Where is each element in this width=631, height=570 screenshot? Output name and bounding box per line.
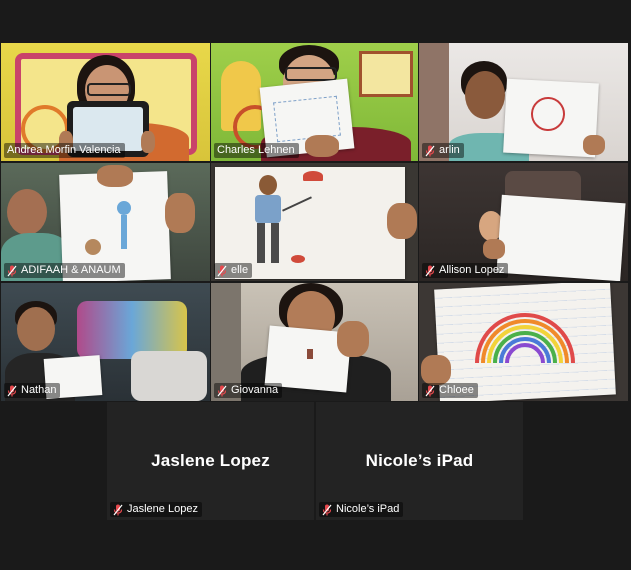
participant-tile-andrea[interactable]: Andrea Morfin Valencia — [1, 43, 210, 161]
microphone-muted-icon — [7, 265, 17, 276]
participant-name-tag: arlin — [422, 143, 464, 158]
participant-name: Allison Lopez — [439, 264, 505, 276]
participant-name-tag: ADIFAAH & ANAUM — [4, 263, 125, 278]
participant-name: Charles Lehnen — [217, 144, 295, 156]
participant-name: Jaslene Lopez — [127, 503, 198, 515]
participant-display-name: Jaslene Lopez — [151, 451, 270, 470]
microphone-muted-icon — [322, 504, 332, 515]
participant-tile-nathan[interactable]: Nathan — [1, 283, 210, 401]
participant-name: elle — [231, 264, 249, 276]
participant-name-tag: Allison Lopez — [422, 263, 509, 278]
participant-display-name: Nicole’s iPad — [365, 451, 474, 470]
participant-tile-charles[interactable]: Charles Lehnen — [211, 43, 418, 161]
participant-tile-nicole[interactable]: Nicole’s iPad Nicole’s iPad — [316, 402, 523, 520]
participant-tile-adifaah-anaum[interactable]: ADIFAAH & ANAUM — [1, 163, 210, 281]
microphone-muted-icon — [425, 145, 435, 156]
participant-name: Nicole’s iPad — [336, 503, 400, 515]
microphone-muted-icon — [7, 385, 17, 396]
participant-name-tag: Nicole’s iPad — [319, 502, 404, 517]
participant-name-tag: Jaslene Lopez — [110, 502, 202, 517]
video-gallery: Andrea Morfin Valencia Charles Lehnen ar… — [0, 0, 631, 570]
participant-name: Chloee — [439, 384, 474, 396]
microphone-muted-icon — [113, 504, 123, 515]
participant-tile-arlin[interactable]: arlin — [419, 43, 628, 161]
participant-name: ADIFAAH & ANAUM — [21, 264, 121, 276]
microphone-muted-icon — [425, 265, 435, 276]
participant-name: Giovanna — [231, 384, 279, 396]
participant-tile-jaslene[interactable]: Jaslene Lopez Jaslene Lopez — [107, 402, 314, 520]
participant-name-tag: Charles Lehnen — [214, 143, 299, 158]
participant-name-tag: elle — [214, 263, 253, 278]
participant-tile-elle[interactable]: elle — [211, 163, 418, 281]
participant-tile-giovanna[interactable]: Giovanna — [211, 283, 418, 401]
rainbow-drawing — [475, 313, 575, 364]
microphone-muted-icon — [217, 385, 227, 396]
participant-name-tag: Giovanna — [214, 383, 283, 398]
participant-tile-chloee[interactable]: Chloee — [419, 283, 628, 401]
microphone-muted-icon — [217, 265, 227, 276]
participant-name: arlin — [439, 144, 460, 156]
participant-name: Andrea Morfin Valencia — [7, 144, 121, 156]
participant-tile-allison[interactable]: Allison Lopez — [419, 163, 628, 281]
microphone-muted-icon — [425, 385, 435, 396]
participant-name-tag: Nathan — [4, 383, 61, 398]
participant-name-tag: Andrea Morfin Valencia — [4, 143, 125, 158]
participant-name-tag: Chloee — [422, 383, 478, 398]
participant-name: Nathan — [21, 384, 57, 396]
